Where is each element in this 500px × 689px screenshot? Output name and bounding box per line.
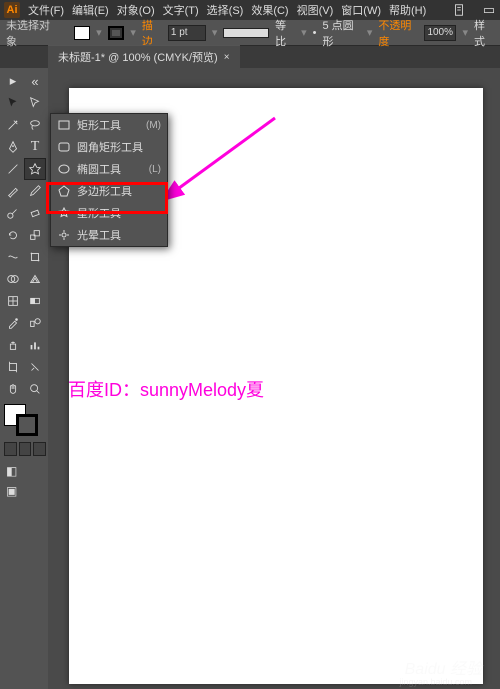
menu-edit[interactable]: 编辑(E) [72,2,109,18]
tabs-icon[interactable]: « [24,70,46,92]
stroke-weight-input[interactable] [168,25,206,41]
pencil-tool-icon[interactable] [24,180,46,202]
menu-type[interactable]: 文字(T) [163,2,199,18]
paintbrush-tool-icon[interactable] [2,180,24,202]
flyout-star[interactable]: 星形工具 [51,202,167,224]
flyout-label: 多边形工具 [77,183,132,199]
screen-mode-icon[interactable]: ▣ [6,484,22,498]
scale-tool-icon[interactable] [24,224,46,246]
artboard-tool-icon[interactable] [2,356,24,378]
slice-tool-icon[interactable] [24,356,46,378]
profile-label: 等比 [275,17,295,49]
fill-swatch[interactable] [74,26,91,40]
stroke-box-icon[interactable] [16,414,38,436]
shape-tool-icon[interactable] [24,158,46,180]
flyout-rectangle[interactable]: 矩形工具 (M) [51,114,167,136]
shape-tool-flyout: 矩形工具 (M) 圆角矩形工具 椭圆工具 (L) 多边形工具 星形工具 光晕工具 [50,113,168,247]
flyout-flare[interactable]: 光晕工具 [51,224,167,246]
stroke-profile[interactable] [223,28,269,38]
width-tool-icon[interactable] [2,246,24,268]
eyedropper-tool-icon[interactable] [2,312,24,334]
star-icon [57,206,71,220]
opacity-input[interactable] [424,25,456,41]
flyout-shortcut: (M) [146,120,161,131]
none-mode-icon[interactable] [33,442,46,456]
menubar: Ai 文件(F) 编辑(E) 对象(O) 文字(T) 选择(S) 效果(C) 视… [0,0,500,20]
hand-tool-icon[interactable] [2,378,24,400]
lasso-tool-icon[interactable] [24,114,46,136]
tabs-icon[interactable]: ▸ [2,70,24,92]
selection-tool-icon[interactable] [2,92,24,114]
flyout-shortcut: (L) [149,164,161,175]
menu-select[interactable]: 选择(S) [207,2,244,18]
mesh-tool-icon[interactable] [2,290,24,312]
symbol-sprayer-tool-icon[interactable] [2,334,24,356]
stroke-swatch[interactable] [108,26,125,40]
fill-stroke-indicator[interactable] [2,404,42,440]
gradient-tool-icon[interactable] [24,290,46,312]
pen-tool-icon[interactable] [2,136,24,158]
ellipse-icon [57,162,71,176]
flyout-rounded-rect[interactable]: 圆角矩形工具 [51,136,167,158]
flyout-label: 星形工具 [77,205,121,221]
polygon-icon [57,184,71,198]
flyout-label: 光晕工具 [77,227,121,243]
stroke-label: 描边 [142,17,162,49]
no-selection-label: 未选择对象 [6,17,56,49]
shape-builder-tool-icon[interactable] [2,268,24,290]
blend-tool-icon[interactable] [24,312,46,334]
opacity-label: 不透明度 [378,17,418,49]
flyout-ellipse[interactable]: 椭圆工具 (L) [51,158,167,180]
rectangle-icon [57,118,71,132]
flare-icon [57,228,71,242]
draw-mode-icon[interactable]: ◧ [6,464,22,478]
flyout-label: 圆角矩形工具 [77,139,143,155]
perspective-tool-icon[interactable] [24,268,46,290]
flyout-label: 矩形工具 [77,117,121,133]
brush-label: 5 点圆形 [322,17,360,49]
options-bar: 未选择对象 ▾ ▾ 描边 ▾ 等比 ▾ • 5 点圆形 ▾ 不透明度 ▾ 样式 [0,20,500,46]
search-icon[interactable] [448,0,470,21]
close-icon[interactable]: × [224,52,230,63]
color-mode-icon[interactable] [4,442,17,456]
flyout-label: 椭圆工具 [77,161,121,177]
gradient-mode-icon[interactable] [19,442,32,456]
graph-tool-icon[interactable] [24,334,46,356]
document-tab[interactable]: 未标题-1* @ 100% (CMYK/预览) × [48,45,240,68]
rounded-rect-icon [57,140,71,154]
flyout-polygon[interactable]: 多边形工具 [51,180,167,202]
blob-brush-tool-icon[interactable] [2,202,24,224]
type-tool-icon[interactable]: T [24,136,46,158]
free-transform-tool-icon[interactable] [24,246,46,268]
rotate-tool-icon[interactable] [2,224,24,246]
zoom-tool-icon[interactable] [24,378,46,400]
eraser-tool-icon[interactable] [24,202,46,224]
direct-selection-tool-icon[interactable] [24,92,46,114]
toolbox: ▸ « T [0,68,48,689]
document-tab-title: 未标题-1* @ 100% (CMYK/预览) [58,49,218,65]
magic-wand-tool-icon[interactable] [2,114,24,136]
style-label: 样式 [474,17,494,49]
line-tool-icon[interactable] [2,158,24,180]
tab-bar: 未标题-1* @ 100% (CMYK/预览) × [0,46,500,68]
